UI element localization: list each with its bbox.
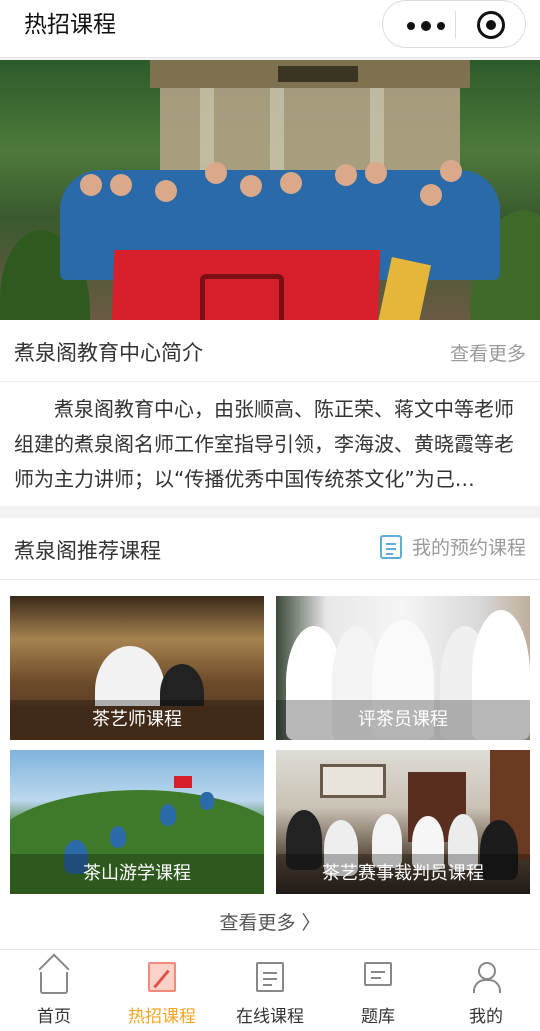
course-card-tea-contest-judge[interactable]: 茶艺赛事裁判员课程: [276, 750, 530, 894]
document-list-icon: [256, 962, 284, 992]
course-label: 评茶员课程: [276, 700, 530, 740]
tab-label: 热招课程: [128, 1007, 196, 1027]
my-booked-courses-label: 我的预约课程: [411, 537, 526, 559]
course-label: 茶山游学课程: [10, 854, 264, 894]
intro-text: 煮泉阁教育中心，由张顺高、陈正荣、蒋文中等老师组建的煮泉阁名师工作室指导引领，李…: [14, 397, 514, 491]
courses-header: 煮泉阁推荐课程 我的预约课程: [0, 518, 540, 580]
my-booked-courses-link[interactable]: 我的预约课程: [379, 535, 526, 561]
page-title: 热招课程: [24, 12, 116, 38]
bottom-tab-bar: 首页 热招课程 在线课程 题库 我的: [0, 949, 540, 1031]
tab-online-courses[interactable]: 在线课程: [216, 950, 324, 1031]
tab-home[interactable]: 首页: [0, 950, 108, 1031]
top-bar: 热招课程: [0, 0, 540, 58]
course-card-tea-mountain-study[interactable]: 茶山游学课程: [10, 750, 264, 894]
user-icon: [472, 962, 501, 993]
close-target-icon[interactable]: [477, 11, 505, 39]
tab-me[interactable]: 我的: [432, 950, 540, 1031]
more-icon[interactable]: [403, 13, 455, 37]
hot-courses-icon: [148, 962, 176, 992]
intro-title: 煮泉阁教育中心简介: [14, 341, 203, 365]
tab-label: 题库: [361, 1007, 395, 1027]
banner-seal-logo: [200, 274, 284, 320]
tab-label: 我的: [469, 1007, 503, 1027]
intro-more-link[interactable]: 查看更多: [450, 339, 526, 366]
home-icon: [40, 972, 68, 994]
intro-header: 煮泉阁教育中心简介 查看更多: [0, 320, 540, 382]
tab-label: 在线课程: [236, 1007, 304, 1027]
document-icon: [379, 535, 402, 559]
courses-title: 煮泉阁推荐课程: [14, 539, 161, 563]
chat-box-icon: [364, 962, 392, 986]
course-label: 茶艺师课程: [10, 700, 264, 740]
course-card-tea-taster[interactable]: 评茶员课程: [276, 596, 530, 740]
course-card-tea-artist[interactable]: 茶艺师课程: [10, 596, 264, 740]
banner-carousel[interactable]: [0, 60, 540, 320]
tab-question-bank[interactable]: 题库: [324, 950, 432, 1031]
tab-label: 首页: [37, 1007, 71, 1027]
course-label: 茶艺赛事裁判员课程: [276, 854, 530, 894]
capsule-divider: [455, 11, 456, 39]
mini-program-capsule: [382, 0, 526, 48]
tab-hot-courses[interactable]: 热招课程: [108, 950, 216, 1031]
courses-more-link[interactable]: 查看更多 〉: [0, 908, 540, 935]
